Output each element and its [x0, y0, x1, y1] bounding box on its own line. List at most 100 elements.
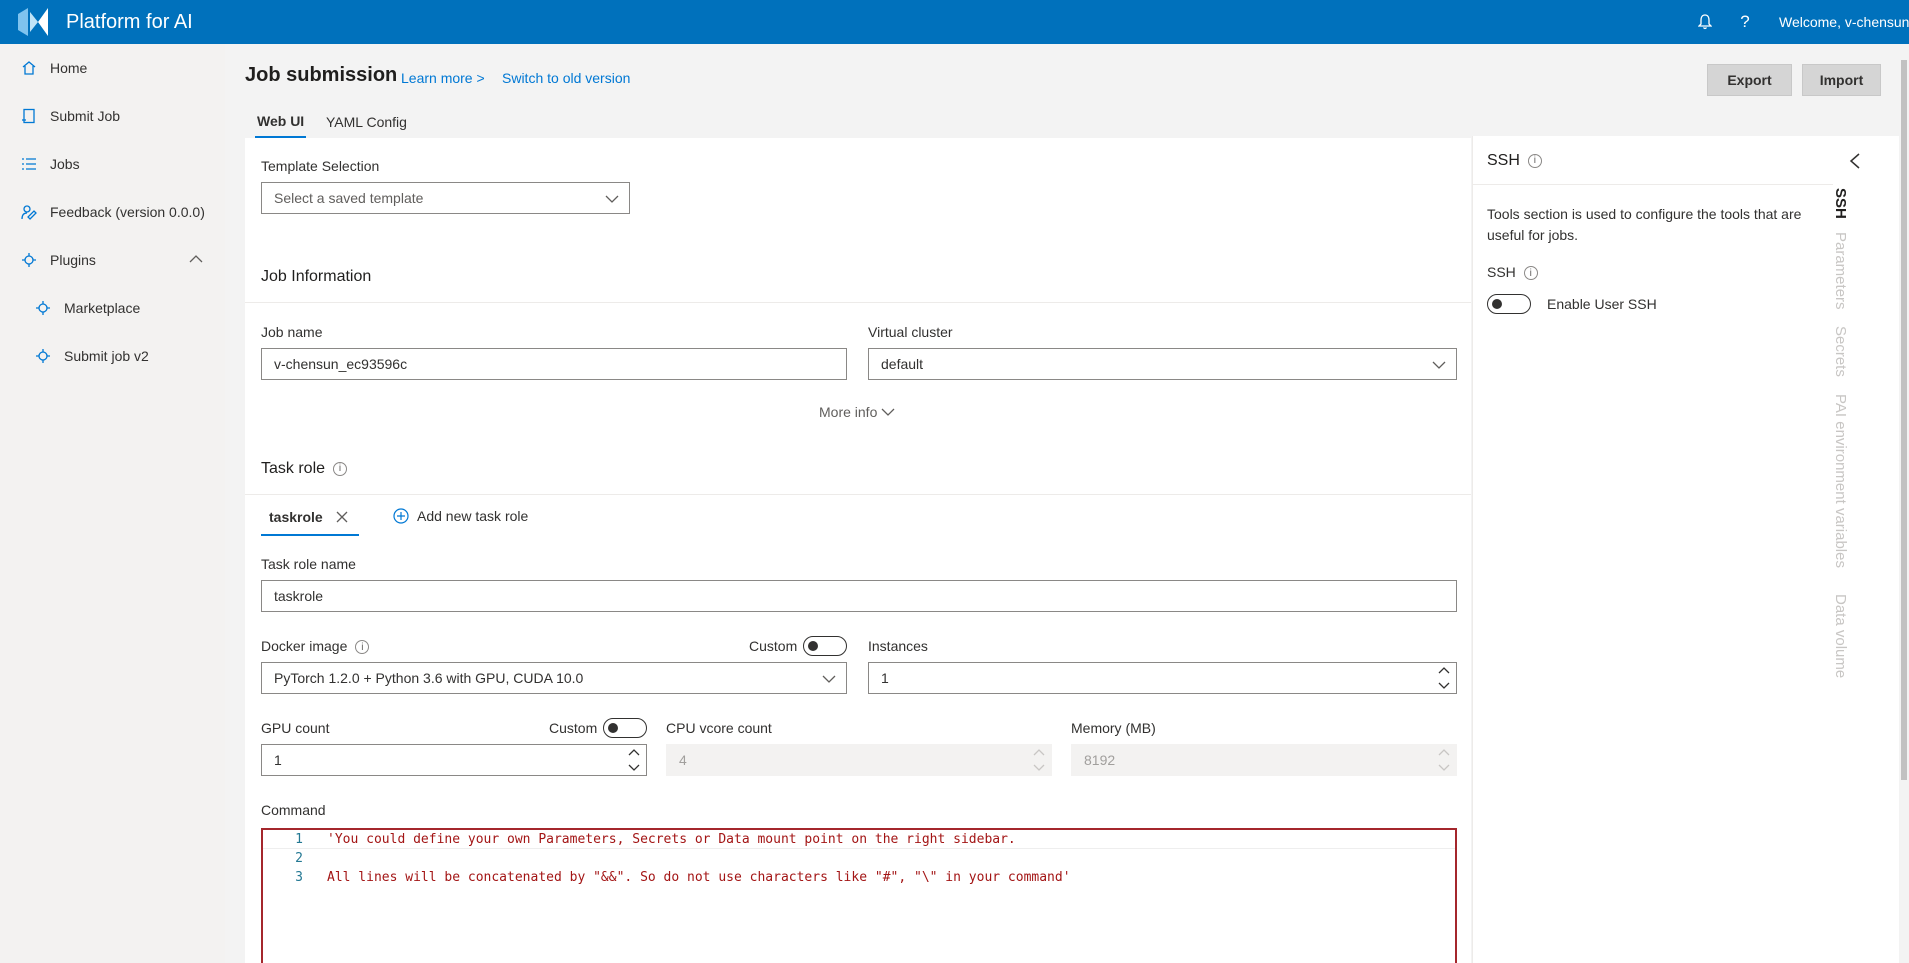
sidebar: Home Submit Job Jobs Feedback (version 0…: [0, 44, 225, 963]
vtab-data-volume[interactable]: Data volume: [1832, 594, 1849, 678]
docker-custom-toggle[interactable]: [803, 636, 847, 656]
sidebar-item-submit-job-v2[interactable]: Submit job v2: [0, 332, 225, 380]
feedback-icon: [20, 203, 38, 221]
list-icon: [20, 155, 38, 173]
sidebar-item-plugins[interactable]: Plugins: [0, 236, 225, 284]
chevron-down-icon: [1432, 361, 1446, 369]
logo-icon: [18, 8, 48, 36]
export-button[interactable]: Export: [1707, 64, 1792, 96]
stepper-arrows[interactable]: [1438, 665, 1450, 691]
job-name-value: v-chensun_ec93596c: [274, 356, 408, 372]
sidebar-item-marketplace[interactable]: Marketplace: [0, 284, 225, 332]
memory-label: Memory (MB): [1071, 720, 1156, 736]
chevron-down-icon: [1033, 764, 1045, 771]
divider: [245, 302, 1471, 303]
sidebar-item-label: Submit job v2: [64, 348, 149, 364]
template-dropdown[interactable]: Select a saved template: [261, 182, 630, 214]
chevron-down-icon[interactable]: [1438, 679, 1450, 691]
home-icon: [20, 59, 38, 77]
docker-image-label: Docker image i: [261, 638, 370, 655]
task-role-name-label: Task role name: [261, 556, 356, 572]
command-label: Command: [261, 802, 326, 818]
panel-title: SSH i: [1487, 152, 1542, 170]
gpu-custom-label: Custom: [549, 720, 598, 736]
top-bar: Platform for AI ? Welcome, v-chensun: [0, 0, 1909, 44]
stepper-arrows: [1033, 747, 1045, 773]
info-icon[interactable]: i: [1523, 266, 1538, 281]
task-role-name-value: taskrole: [274, 588, 324, 604]
more-info-label: More info: [819, 404, 878, 420]
stepper-arrows[interactable]: [628, 747, 640, 773]
page-title: Job submission: [245, 64, 398, 86]
bell-icon[interactable]: [1685, 0, 1725, 44]
memory-stepper[interactable]: 8192: [1071, 744, 1457, 776]
line-text: All lines will be concatenated by "&&". …: [327, 870, 1071, 885]
job-name-input[interactable]: v-chensun_ec93596c: [261, 348, 847, 380]
sidebar-item-submit-job[interactable]: Submit Job: [0, 92, 225, 140]
instances-label: Instances: [868, 638, 928, 654]
vtab-ssh[interactable]: SSH: [1832, 188, 1849, 219]
sidebar-item-home[interactable]: Home: [0, 44, 225, 92]
instances-stepper[interactable]: 1: [868, 662, 1457, 694]
task-role-name-input[interactable]: taskrole: [261, 580, 1457, 612]
vtab-parameters[interactable]: Parameters: [1832, 232, 1849, 310]
scrollbar[interactable]: [1899, 44, 1909, 963]
chevron-up-icon[interactable]: [1438, 665, 1450, 677]
add-circle-icon: [393, 508, 409, 524]
line-number: 2: [295, 851, 303, 866]
gpu-count-value: 1: [274, 752, 282, 768]
app-title[interactable]: Platform for AI: [66, 11, 193, 34]
add-task-role-button[interactable]: Add new task role: [393, 508, 528, 524]
line-text: 'You could define your own Parameters, S…: [327, 831, 1016, 847]
learn-more-link[interactable]: Learn more >: [401, 70, 485, 86]
plugin-icon: [20, 251, 38, 269]
gpu-count-label: GPU count: [261, 720, 330, 736]
task-role-title: Task role i: [261, 460, 348, 478]
vtab-pai-env-vars[interactable]: PAI environment variables: [1832, 394, 1849, 568]
help-icon[interactable]: ?: [1725, 0, 1765, 44]
chevron-down-icon[interactable]: [628, 761, 640, 773]
template-label: Template Selection: [261, 158, 380, 174]
panel-title-text: SSH: [1487, 152, 1520, 169]
vtab-secrets[interactable]: Secrets: [1832, 326, 1849, 377]
chevron-down-icon: [881, 408, 895, 416]
sidebar-item-label: Jobs: [50, 156, 80, 172]
chevron-down-icon: [605, 195, 619, 203]
import-button[interactable]: Import: [1802, 64, 1881, 96]
divider: [245, 494, 1471, 495]
welcome-text[interactable]: Welcome, v-chensun: [1779, 14, 1909, 30]
info-icon[interactable]: i: [333, 461, 348, 476]
info-icon[interactable]: i: [1527, 153, 1542, 168]
virtual-cluster-label: Virtual cluster: [868, 324, 953, 340]
chevron-up-icon[interactable]: [628, 747, 640, 759]
submit-icon: [20, 107, 38, 125]
sidebar-item-feedback[interactable]: Feedback (version 0.0.0): [0, 188, 225, 236]
code-line: 1 'You could define your own Parameters,…: [263, 830, 1455, 849]
chevron-left-icon[interactable]: [1848, 152, 1862, 170]
sidebar-item-label: Submit Job: [50, 108, 121, 124]
info-icon[interactable]: i: [355, 640, 370, 655]
chevron-down-icon: [822, 675, 836, 683]
gpu-custom-toggle[interactable]: [603, 718, 647, 738]
form-panel: Template Selection Select a saved templa…: [245, 138, 1471, 963]
ssh-toggle[interactable]: [1487, 294, 1531, 314]
command-editor[interactable]: 1 'You could define your own Parameters,…: [261, 828, 1457, 963]
job-name-label: Job name: [261, 324, 323, 340]
switch-old-version-link[interactable]: Switch to old version: [502, 70, 630, 86]
cpu-vcore-stepper[interactable]: 4: [666, 744, 1052, 776]
virtual-cluster-dropdown[interactable]: default: [868, 348, 1457, 380]
task-role-title-text: Task role: [261, 460, 326, 477]
tab-web-ui[interactable]: Web UI: [255, 106, 307, 138]
sidebar-item-jobs[interactable]: Jobs: [0, 140, 225, 188]
ssh-label-text: SSH: [1487, 264, 1516, 280]
scrollbar-thumb[interactable]: [1901, 60, 1907, 780]
line-number: 1: [295, 831, 303, 847]
chevron-up-icon[interactable]: [189, 252, 203, 266]
tab-yaml-config[interactable]: YAML Config: [326, 106, 407, 138]
memory-value: 8192: [1084, 752, 1116, 768]
gpu-count-stepper[interactable]: 1: [261, 744, 647, 776]
tab-taskrole[interactable]: taskrole: [261, 500, 359, 536]
more-info-toggle[interactable]: More info: [819, 404, 895, 420]
docker-image-dropdown[interactable]: PyTorch 1.2.0 + Python 3.6 with GPU, CUD…: [261, 662, 847, 694]
close-icon[interactable]: [335, 510, 349, 524]
